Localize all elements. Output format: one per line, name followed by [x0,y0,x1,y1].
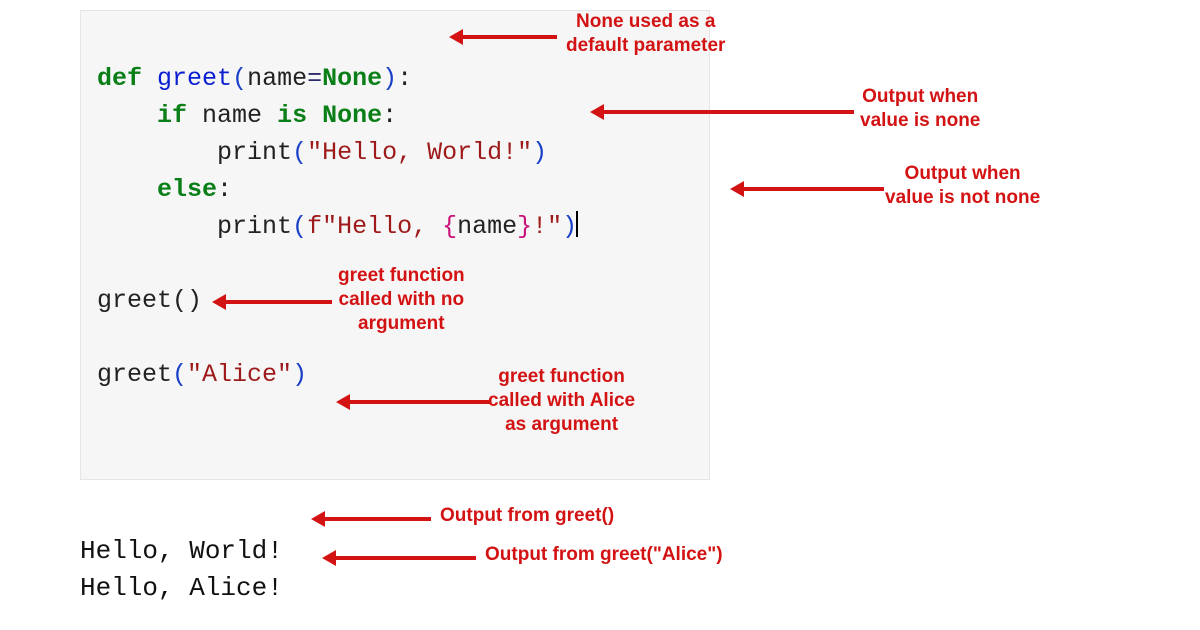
annotation-call-no-arg: greet functioncalled with noargument [338,264,465,335]
code-line-7: greet() [97,286,202,315]
arrow-icon [322,550,476,566]
annotation-output-greet-alice: Output from greet("Alice") [485,543,723,567]
arrow-icon [311,511,431,527]
arrow-icon [212,294,332,310]
code-line-1: def greet(name=None): [97,64,412,93]
code-line-3: print("Hello, World!") [97,138,547,167]
annotation-call-alice: greet functioncalled with Aliceas argume… [488,365,635,436]
annotation-output-not-none: Output whenvalue is not none [885,162,1040,210]
code-line-5: print(f"Hello, {name}!") [97,212,578,241]
code-line-9: greet("Alice") [97,360,307,389]
annotation-output-none: Output whenvalue is none [860,85,980,133]
arrow-icon [590,104,854,120]
annotation-output-greet: Output from greet() [440,504,614,528]
output-line-2: Hello, Alice! [80,573,283,603]
arrow-icon [730,181,884,197]
code-line-2: if name is None: [97,101,397,130]
output-block: Hello, World! Hello, Alice! [80,495,283,608]
annotation-default-parameter: None used as adefault parameter [566,10,725,58]
arrow-icon [449,29,557,45]
code-line-4: else: [97,175,232,204]
text-cursor-icon [576,211,578,237]
arrow-icon [336,394,490,410]
output-line-1: Hello, World! [80,536,283,566]
